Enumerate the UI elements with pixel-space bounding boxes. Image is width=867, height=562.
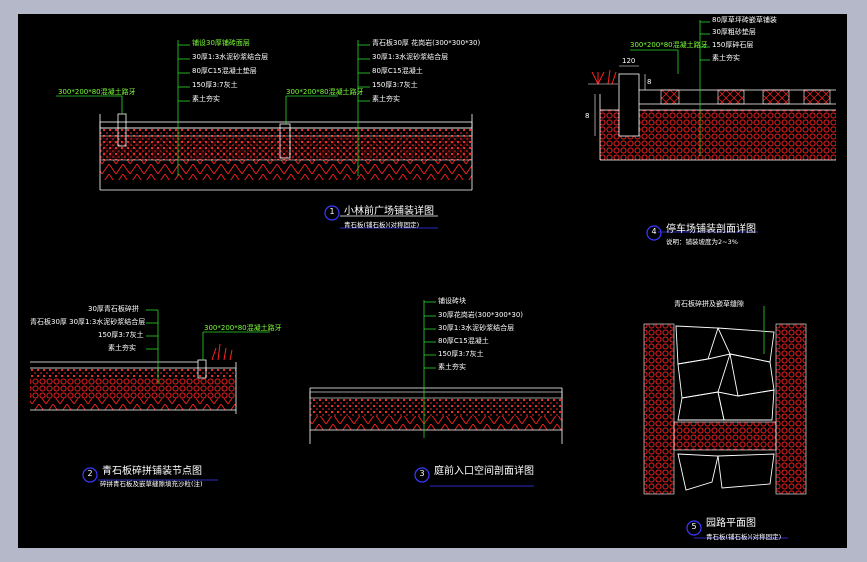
d1-layer-right-5: 素土夯实 (372, 95, 400, 103)
d4-title: 停车场铺装剖面详图 (666, 224, 756, 235)
d1-layer-left-3: 80厚C15混凝土垫层 (192, 67, 257, 75)
d3-layer-3: 30厚1:3水泥砂浆结合层 (438, 324, 515, 332)
d1-subtitle: 青石板(铺石板)(对称固定) (344, 221, 420, 229)
d1-curb-note-right: 300*200*80混凝土路牙 (286, 88, 364, 96)
d5-title: 园路平面图 (706, 518, 756, 529)
d5-number: 5 (691, 522, 697, 531)
d4-layer-2: 30厚粗砂垫层 (712, 28, 756, 36)
d2-subtitle: 碎拼青石板及嵌草缝隙填充沙粒(注) (100, 480, 203, 488)
d2-layer-3: 150厚3:7灰土 (98, 331, 144, 339)
d5-subtitle: 青石板(铺石板)(对称固定) (706, 533, 782, 541)
d4-dim-top: 120 (622, 57, 636, 65)
d1-layer-left-1: 铺设30厚铺砖面层 (192, 39, 250, 47)
d4-number: 4 (651, 227, 657, 236)
d4-subtitle: 说明：铺装坡度为2~3% (666, 238, 738, 246)
d2-title: 青石板碎拼铺装节点图 (102, 466, 202, 477)
d4-curb-note: 300*200*80混凝土路牙 (630, 41, 708, 49)
d1-curb-note-left: 300*200*80混凝土路牙 (58, 88, 136, 96)
d5-leader-note: 青石板碎拼及嵌草缝隙 (674, 300, 744, 308)
d1-layer-left-2: 30厚1:3水泥砂浆结合层 (192, 53, 269, 61)
d1-number: 1 (329, 207, 335, 216)
d3-layer-1: 铺设砖块 (438, 297, 466, 305)
d2-number: 2 (87, 469, 93, 478)
d2-layer-1: 30厚青石板碎拼 (88, 305, 139, 313)
d2-layer-4: 素土夯实 (108, 344, 136, 352)
detail-3-section (309, 300, 563, 487)
d1-layer-right-2: 30厚1:3水泥砂浆结合层 (372, 53, 449, 61)
d1-layer-left-5: 素土夯实 (192, 95, 220, 103)
d1-layer-right-3: 80厚C15混凝土 (372, 67, 423, 75)
d1-layer-right-1: 青石板30厚 花岗岩(300*300*30) (372, 39, 481, 47)
d3-layer-2: 30厚花岗岩(300*300*30) (438, 311, 523, 319)
d3-number: 3 (419, 469, 425, 478)
d3-layer-4: 80厚C15混凝土 (438, 337, 489, 345)
d1-layer-right-4: 150厚3:7灰土 (372, 81, 418, 89)
d1-layer-left-4: 150厚3:7灰土 (192, 81, 238, 89)
d4-layer-1: 80厚草坪砖嵌草铺装 (712, 16, 777, 24)
d4-dim-side: 8 (585, 112, 590, 120)
d4-layer-4: 素土夯实 (712, 54, 740, 62)
d4-dim-small: 8 (647, 78, 652, 86)
d3-layer-6: 素土夯实 (438, 363, 466, 371)
d3-layer-5: 150厚3:7灰土 (438, 350, 484, 358)
d1-title: 小林前广场铺装详图 (344, 206, 434, 217)
detail-5-plan (643, 306, 807, 539)
drawing-sheet: 铺设30厚铺砖面层 30厚1:3水泥砂浆结合层 80厚C15混凝土垫层 150厚… (18, 14, 847, 548)
d3-title: 庭前入口空间剖面详图 (434, 466, 534, 477)
detail-2-section (30, 309, 270, 483)
d2-curb-note: 300*200*80混凝土路牙 (204, 324, 282, 332)
d4-layer-3: 150厚碎石层 (712, 41, 754, 49)
detail-4-section (588, 20, 836, 241)
d2-layer-2: 青石板30厚 30厚1:3水泥砂浆结合层 (30, 318, 146, 326)
